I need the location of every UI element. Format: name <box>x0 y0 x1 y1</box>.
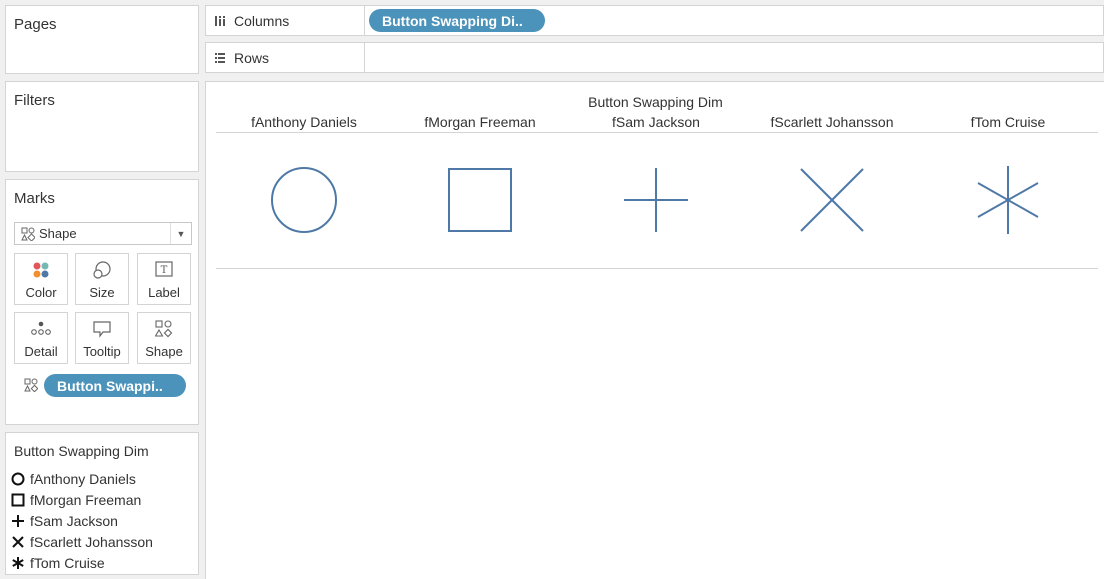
rows-shelf-label: Rows <box>206 43 365 72</box>
size-button[interactable]: Size <box>75 253 129 305</box>
column-header[interactable]: fSam Jackson <box>568 114 744 130</box>
shape-mark-square[interactable] <box>448 168 512 232</box>
color-icon <box>15 261 67 279</box>
svg-text:T: T <box>161 265 168 276</box>
column-header[interactable]: fScarlett Johansson <box>744 114 920 130</box>
legend-item-label: fSam Jackson <box>30 513 118 529</box>
circle-icon <box>11 472 25 486</box>
size-icon <box>76 261 128 279</box>
shape-button[interactable]: Shape <box>137 312 191 364</box>
legend-item-label: fScarlett Johansson <box>30 534 153 550</box>
rows-icon <box>214 52 226 64</box>
shape-marks <box>271 166 1039 234</box>
columns-shelf[interactable]: Columns Button Swapping Di.. <box>205 5 1104 36</box>
marks-card: Marks Shape ▼ Color Size T Label Detail … <box>5 179 199 425</box>
column-header[interactable]: fTom Cruise <box>920 114 1096 130</box>
filters-title: Filters <box>14 92 55 109</box>
shape-mark-plus[interactable] <box>624 168 688 232</box>
color-label: Color <box>25 285 57 300</box>
viz-view[interactable]: Button Swapping Dim fAnthony Daniels fMo… <box>205 81 1104 579</box>
legend-item-label: fMorgan Freeman <box>30 492 142 508</box>
tooltip-icon <box>76 320 128 338</box>
column-header-title: Button Swapping Dim <box>588 94 723 110</box>
columns-label: Columns <box>234 12 290 29</box>
rows-label: Rows <box>234 49 270 66</box>
tooltip-label: Tooltip <box>83 344 121 359</box>
legend-item-label: fTom Cruise <box>30 555 105 571</box>
shape-mark-asterisk[interactable] <box>977 166 1039 234</box>
detail-label: Detail <box>24 344 58 359</box>
legend-item[interactable]: fMorgan Freeman <box>11 490 141 510</box>
columns-icon <box>214 15 226 27</box>
square-icon <box>11 493 25 507</box>
asterisk-icon <box>11 556 25 570</box>
legend-item-label: fAnthony Daniels <box>30 471 136 487</box>
chevron-down-icon[interactable]: ▼ <box>170 223 191 244</box>
size-label: Size <box>89 285 115 300</box>
marks-title: Marks <box>14 190 55 207</box>
shape-mark-cross[interactable] <box>800 168 864 232</box>
pages-card[interactable]: Pages <box>5 5 199 74</box>
legend-item[interactable]: fSam Jackson <box>11 511 118 531</box>
plus-icon <box>11 514 25 528</box>
shape-icon <box>138 320 190 338</box>
shape-legend: Button Swapping Dim fAnthony Daniels fMo… <box>5 432 199 575</box>
legend-item[interactable]: fAnthony Daniels <box>11 469 136 489</box>
label-icon: T <box>138 261 190 277</box>
tooltip-button[interactable]: Tooltip <box>75 312 129 364</box>
legend-title: Button Swapping Dim <box>14 443 149 459</box>
shape-label: Shape <box>145 344 183 359</box>
shapes-icon <box>21 227 35 241</box>
filters-card[interactable]: Filters <box>5 81 199 172</box>
shape-encoding-icon <box>24 378 39 397</box>
columns-shelf-label: Columns <box>206 6 365 35</box>
color-button[interactable]: Color <box>14 253 68 305</box>
label-button[interactable]: T Label <box>137 253 191 305</box>
rows-shelf[interactable]: Rows <box>205 42 1104 73</box>
legend-item[interactable]: fScarlett Johansson <box>11 532 153 552</box>
column-header[interactable]: fMorgan Freeman <box>392 114 568 130</box>
mark-type-dropdown[interactable]: Shape ▼ <box>14 222 192 245</box>
columns-field-pill[interactable]: Button Swapping Di.. <box>369 9 545 32</box>
pane-bottom-border <box>216 268 1098 269</box>
column-header[interactable]: fAnthony Daniels <box>216 114 392 130</box>
detail-icon <box>15 320 67 336</box>
legend-item[interactable]: fTom Cruise <box>11 553 105 573</box>
detail-button[interactable]: Detail <box>14 312 68 364</box>
pages-title: Pages <box>14 16 57 33</box>
shape-mark-circle[interactable] <box>271 167 337 233</box>
cross-icon <box>11 535 25 549</box>
mark-type-label: Shape <box>39 226 77 241</box>
label-label: Label <box>148 285 180 300</box>
shape-field-pill[interactable]: Button Swappi.. <box>44 374 186 397</box>
